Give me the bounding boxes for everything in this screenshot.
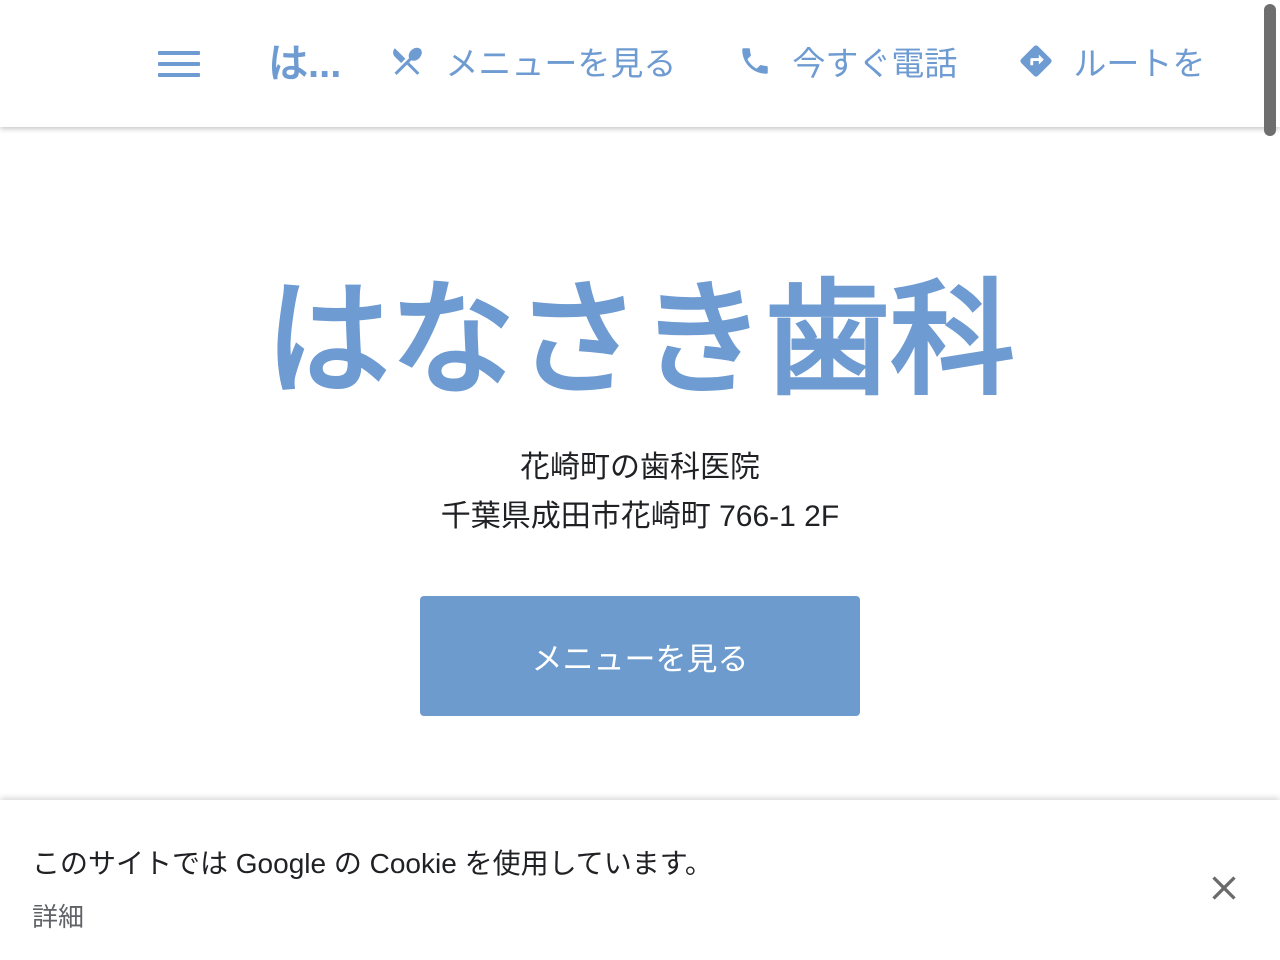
view-menu-button[interactable]: メニューを見る — [420, 596, 860, 717]
phone-icon — [738, 44, 772, 83]
nav-item-label: メニューを見る — [445, 45, 677, 82]
nav-items-container: は... メニューを見る 今すぐ電話 ルートを — [0, 0, 1205, 127]
cookie-message: このサイトでは Google の Cookie を使用しています。 — [32, 848, 713, 879]
business-address: 千葉県成田市花崎町 766-1 2F — [440, 499, 840, 533]
page-root: は... メニューを見る 今すぐ電話 ルートを はなさき歯科 花崎町の歯科医院 … — [0, 0, 1280, 960]
top-navigation-bar: は... メニューを見る 今すぐ電話 ルートを — [0, 0, 1280, 127]
hamburger-line — [158, 61, 200, 66]
hero-subtitle: 花崎町の歯科医院 千葉県成田市花崎町 766-1 2F — [441, 444, 839, 541]
vertical-scrollbar-thumb[interactable] — [1264, 4, 1276, 136]
cookie-consent-banner: このサイトでは Google の Cookie を使用しています。 詳細 — [0, 800, 1280, 960]
nav-item-label: ルートを — [1073, 45, 1206, 82]
business-category: 花崎町の歯科医院 — [519, 451, 760, 485]
hamburger-line — [158, 50, 200, 55]
close-icon[interactable] — [1196, 860, 1252, 916]
site-brand-truncated[interactable]: は... — [268, 44, 341, 84]
hamburger-icon[interactable] — [158, 47, 200, 81]
cookie-details-link[interactable]: 詳細 — [32, 904, 84, 930]
nav-item-call-now[interactable]: 今すぐ電話 — [738, 44, 957, 83]
nav-item-label: 今すぐ電話 — [792, 45, 958, 82]
hero-section: はなさき歯科 花崎町の歯科医院 千葉県成田市花崎町 766-1 2F メニューを… — [0, 127, 1280, 800]
restaurant-icon — [389, 43, 425, 84]
nav-item-view-menu[interactable]: メニューを見る — [389, 43, 676, 84]
nav-item-directions[interactable]: ルートを — [1019, 44, 1205, 83]
hamburger-line — [158, 72, 200, 77]
page-title: はなさき歯科 — [265, 271, 1015, 410]
directions-icon — [1019, 44, 1053, 83]
